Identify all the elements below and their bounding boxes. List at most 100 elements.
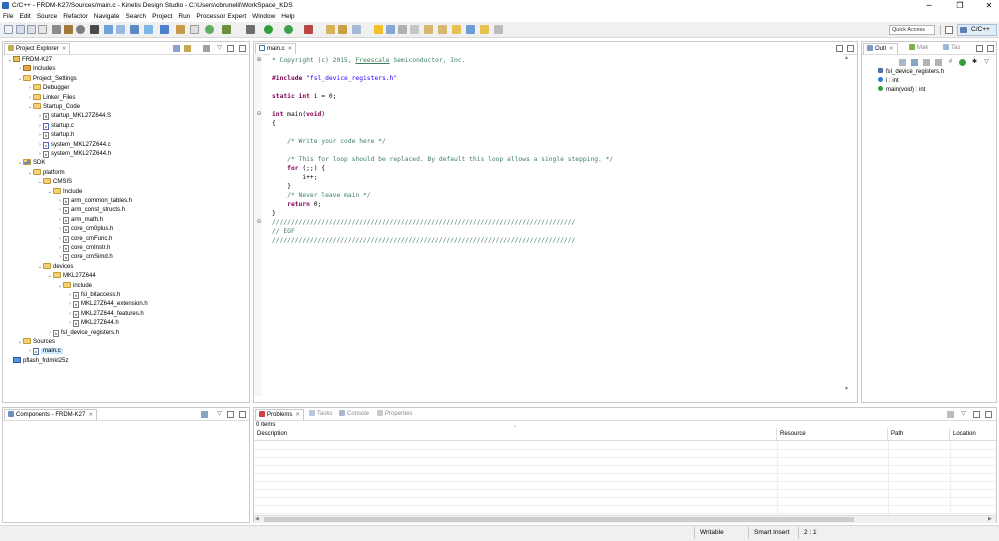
debug-config-icon[interactable] [90,25,99,34]
tree-item[interactable]: › h core_cmInstr.h [57,244,110,253]
tab-problems[interactable]: Problems ✕ [255,409,304,420]
new-class-icon[interactable] [104,25,113,34]
problems-horizontal-scrollbar[interactable]: ◀ ▶ [254,515,996,523]
external-tools-icon[interactable] [304,25,313,34]
column-path[interactable]: Path [888,428,950,441]
tree-item[interactable]: › c main.c [27,347,63,356]
menu-window[interactable]: Window [252,13,275,20]
tree-item[interactable]: ⌄ Project_Settings [17,74,77,84]
build-config-icon[interactable] [76,25,85,34]
tree-item[interactable]: ⌄ include [57,281,92,291]
tree-item[interactable]: › Includes [17,65,55,74]
scroll-right-icon[interactable]: ▶ [988,516,992,522]
save-icon[interactable] [16,25,25,34]
tree-item[interactable]: › c system_MKL27Z644.c [37,141,111,150]
tab-console[interactable]: Console [336,409,372,420]
column-resource[interactable]: Resource [777,428,888,441]
collapse-all-icon[interactable] [173,45,180,52]
hide-static-icon[interactable] [935,59,942,66]
view-menu-icon[interactable]: ▽ [216,45,223,52]
tree-item[interactable]: ⌄ CMSIS [37,178,72,187]
tree-item[interactable]: ⌄ platform [27,168,65,178]
outline-item[interactable]: i : int [878,77,899,86]
close-icon[interactable]: ✕ [889,46,894,52]
column-location[interactable]: Location [950,428,996,441]
debug-gear-icon[interactable] [246,25,255,34]
pin-icon[interactable] [494,25,503,34]
annotation-next-icon[interactable] [424,25,433,34]
menu-search[interactable]: Search [126,13,147,20]
editor-vertical-scrollbar[interactable]: ▲ ▼ [843,55,850,394]
refresh-icon[interactable] [205,25,214,34]
view-menu-icon[interactable]: ▽ [983,59,990,66]
outline-item[interactable]: fsl_device_registers.h [878,68,944,77]
minimize-view-icon[interactable] [973,411,980,418]
new-folder-icon[interactable] [116,25,125,34]
tree-item[interactable]: ⌄ FRDM-K27 [7,56,52,65]
tab-tasks[interactable]: Tasks [306,409,335,420]
tree-item[interactable]: › h core_cm0plus.h [57,225,113,234]
tree-item[interactable]: › Linker_Files [27,93,75,103]
close-icon[interactable]: ✕ [62,46,67,52]
tab-project-explorer[interactable]: Project Explorer ✕ [4,43,71,54]
toggle-mark-icon[interactable] [386,25,395,34]
menu-file[interactable]: File [3,13,13,20]
tree-item[interactable]: pflash_frdmkl25z [7,356,68,366]
import-icon[interactable] [144,25,153,34]
tree-item[interactable]: › h MKL27Z644_features.h [67,310,144,319]
collapse-all-icon[interactable] [201,411,208,418]
link-editor-icon[interactable] [184,45,191,52]
tree-item[interactable]: ⌄ MKL27Z644 [47,272,96,281]
sort-icon[interactable] [899,59,906,66]
print-icon[interactable] [38,25,47,34]
close-icon[interactable]: ✕ [295,412,300,418]
maximize-view-icon[interactable] [847,45,854,52]
minimize-view-icon[interactable] [227,411,234,418]
open-type-icon[interactable] [160,25,169,34]
scroll-left-icon[interactable]: ◀ [255,516,259,522]
whitespace-icon[interactable] [410,25,419,34]
maximize-view-icon[interactable] [239,411,246,418]
hide-inactive-icon[interactable] [959,59,966,66]
code-editor[interactable]: * Copyright (c) 2015, Freescale Semicond… [270,54,843,388]
tab-make[interactable]: Mak [906,43,931,54]
hide-nonpublic-icon[interactable]: # [947,59,954,66]
highlight-icon[interactable] [374,25,383,34]
quick-access-input[interactable]: Quick Access [889,25,935,35]
menu-edit[interactable]: Edit [19,13,30,20]
scroll-up-icon[interactable]: ▲ [843,55,850,62]
maximize-button[interactable]: ❐ [950,0,970,11]
fold-collapse-icon[interactable]: ⊖ [256,111,262,117]
menu-navigate[interactable]: Navigate [94,13,120,20]
tree-item[interactable]: › h arm_const_structs.h [57,206,125,215]
tree-item[interactable]: › h arm_common_tables.h [57,197,132,206]
save-all-icon[interactable] [27,25,36,34]
minimize-view-icon[interactable] [976,45,983,52]
maximize-view-icon[interactable] [987,45,994,52]
hide-fields-icon[interactable] [923,59,930,66]
menu-source[interactable]: Source [37,13,58,20]
menu-run[interactable]: Run [178,13,190,20]
minimize-view-icon[interactable] [227,45,234,52]
maximize-view-icon[interactable] [985,411,992,418]
component-icon[interactable] [190,25,199,34]
tree-item[interactable]: › h MKL27Z644.h [67,319,119,328]
hammer-icon[interactable] [64,25,73,34]
close-icon[interactable]: ✕ [88,412,93,418]
build-settings-icon[interactable] [52,25,61,34]
group-includes-icon[interactable]: ✱ [971,59,978,66]
open-perspective-icon[interactable] [945,26,953,34]
tab-properties[interactable]: Properties [374,409,415,420]
maximize-view-icon[interactable] [239,45,246,52]
outline-item[interactable]: main(void) : int [878,86,925,95]
tree-item[interactable]: › h fsl_device_registers.h [47,329,119,338]
close-button[interactable]: ✕ [979,0,999,11]
tab-tasks[interactable]: Tas [940,43,963,54]
tab-outline[interactable]: Outl ✕ [863,43,898,54]
tree-item[interactable]: ⌄ Startup_Code [27,103,80,112]
tree-item[interactable]: › h startup.h [37,131,74,140]
debug-run-icon[interactable] [284,25,293,34]
tree-item[interactable]: › h fsl_bitaccess.h [67,291,120,300]
close-icon[interactable]: ✕ [288,46,293,52]
menu-help[interactable]: Help [281,13,294,20]
